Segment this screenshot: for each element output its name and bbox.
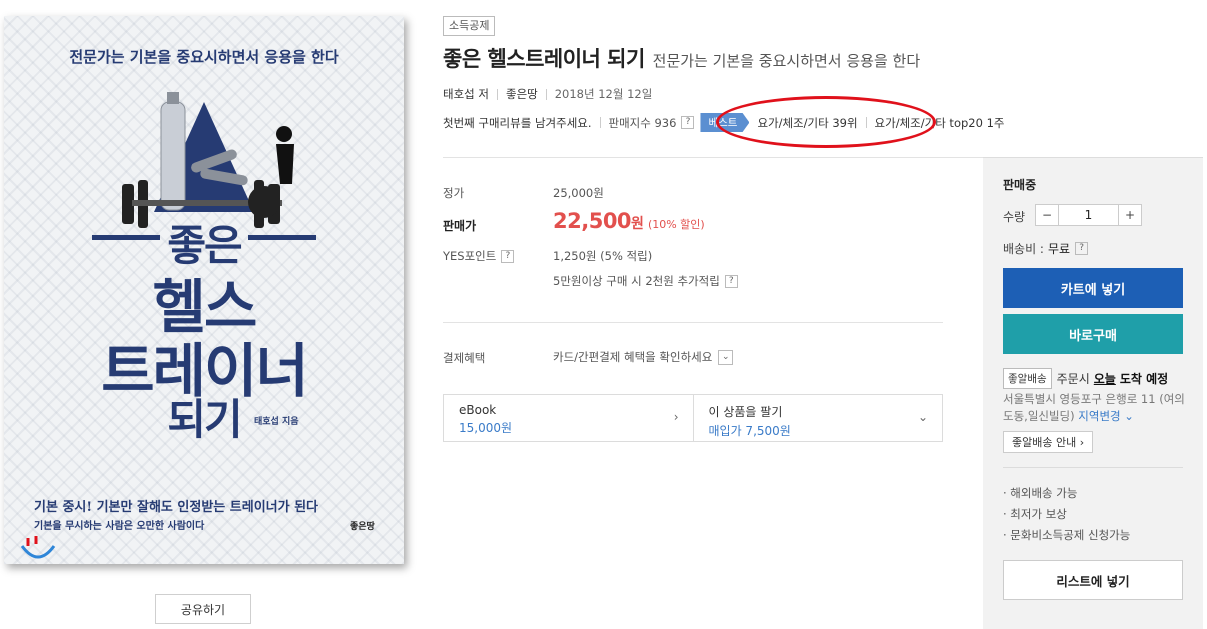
yes-point-label-text: YES포인트 (443, 249, 497, 263)
product-subtitle: 전문가는 기본을 중요시하면서 응용을 한다 (652, 52, 921, 70)
publish-date: 2018년 12월 12일 (554, 87, 653, 101)
cover-title-line-4: 되기 (167, 395, 242, 444)
publisher-link[interactable]: 좋은땅 (506, 86, 538, 102)
cover-tagline: 기본 중시! 기본만 잘해도 인정받는 트레이너가 된다 (34, 500, 319, 515)
chevron-right-icon: › (673, 410, 679, 424)
quantity-stepper: − 1 + (1035, 204, 1142, 226)
product-title: 좋은 헬스트레이너 되기 (443, 47, 645, 71)
chevron-down-icon[interactable]: ⌄ (718, 349, 734, 365)
sale-price: 22,500원 (10% 할인) (553, 209, 705, 233)
shipping-fee-label: 배송비 : (1003, 242, 1044, 256)
cover-subtitle: 전문가는 기본을 중요시하면서 응용을 한다 (69, 48, 339, 66)
purchase-panel: 판매중 수량 − 1 + 배송비 : 무료 ? 카트에 넣기 바로구매 좋알배송… (983, 157, 1203, 629)
add-to-cart-button[interactable]: 카트에 넣기 (1003, 268, 1183, 308)
delivery-badge: 좋알배송 (1003, 368, 1052, 389)
cover-author-credit: 태호섭 지음 (254, 417, 299, 427)
culture-deduction: · 문화비소득공제 신청가능 (1003, 528, 1131, 542)
payment-benefit-label: 결제혜택 (443, 351, 486, 365)
delivery-today: 오늘 (1093, 372, 1116, 386)
format-options: eBook 15,000원 › 이 상품을 팔기 매입가 7,500원 ⌄ (443, 394, 943, 442)
yes24-smile-icon (20, 536, 56, 559)
sell-item-label: 이 상품을 팔기 (708, 405, 783, 419)
ebook-label: eBook (459, 403, 497, 417)
shipping-fee-value: 무료 (1047, 242, 1071, 256)
help-icon[interactable]: ? (1075, 242, 1089, 255)
section-divider (443, 322, 943, 323)
quantity-label: 수량 (1003, 210, 1026, 224)
product-title-row: 좋은 헬스트레이너 되기 전문가는 기본을 중요시하면서 응용을 한다 (443, 43, 920, 73)
divider (545, 88, 547, 100)
payment-benefit-text: 카드/간편결제 혜택을 확인하세요 (553, 350, 713, 364)
book-cover[interactable]: 전문가는 기본을 중요시하면서 응용을 한다 좋은 헬스 트레이너 되기 태호섭… (4, 16, 404, 564)
sell-item-option[interactable]: 이 상품을 팔기 매입가 7,500원 ⌄ (692, 395, 943, 441)
sale-status: 판매중 (1003, 178, 1037, 192)
lowest-price-guarantee: · 최저가 보상 (1003, 507, 1067, 521)
sale-price-value: 22,500 (553, 209, 632, 233)
section-divider (443, 157, 983, 158)
quantity-minus-button[interactable]: − (1036, 205, 1058, 225)
yes-point-value: 1,250원 (5% 적립) (553, 249, 653, 263)
sale-price-unit: 원 (631, 216, 644, 232)
list-price-label: 정가 (443, 186, 465, 200)
author-link[interactable]: 태호섭 저 (443, 86, 489, 102)
shipping-fee: 배송비 : 무료 ? (1003, 240, 1089, 257)
income-deduction-badge: 소득공제 (443, 16, 496, 36)
quantity-plus-button[interactable]: + (1119, 205, 1141, 225)
review-prompt-link[interactable]: 첫번째 구매리뷰를 남겨주세요. (443, 115, 592, 131)
overseas-shipping: · 해외배송 가능 (1003, 486, 1078, 500)
sale-price-label: 판매가 (443, 219, 477, 233)
help-icon[interactable]: ? (501, 249, 515, 263)
publisher-logo: 좋은땅 (350, 522, 375, 532)
divider (496, 88, 498, 100)
cover-tagline-sub: 기본을 무시하는 사람은 오만한 사람이다 (34, 521, 205, 532)
chevron-down-icon: ⌄ (917, 410, 928, 424)
add-to-list-button[interactable]: 리스트에 넣기 (1003, 560, 1183, 600)
delivery-address: 서울특별시 영등포구 은행로 11 (여의도동,일신빌딩) 지역변경 ⌄ (1003, 391, 1193, 425)
ebook-option[interactable]: eBook 15,000원 › (444, 395, 693, 441)
panel-divider (1003, 467, 1183, 468)
buy-now-button[interactable]: 바로구매 (1003, 314, 1183, 354)
delivery-order-text: 주문시 (1056, 372, 1090, 386)
list-price-value: 25,000원 (553, 186, 604, 200)
discount-rate: (10% 할인) (647, 218, 705, 231)
delivery-estimate: 좋알배송 주문시 오늘 도착 예정 (1003, 368, 1168, 389)
product-meta: 태호섭 저 좋은땅 2018년 12월 12일 (443, 86, 652, 102)
payment-benefit[interactable]: 카드/간편결제 혜택을 확인하세요 ⌄ (553, 349, 734, 365)
divider (599, 117, 601, 128)
help-icon[interactable]: ? (681, 116, 695, 129)
buyback-price: 매입가 7,500원 (708, 424, 791, 438)
change-region-link[interactable]: 지역변경 ⌄ (1078, 409, 1134, 423)
share-button[interactable]: 공유하기 (155, 594, 251, 624)
delivery-guide-button[interactable]: 좋알배송 안내 › (1003, 431, 1094, 453)
quantity-input[interactable]: 1 (1058, 205, 1119, 225)
yes-point-extra: 5만원이상 구매 시 2천원 추가적립 ? (553, 273, 738, 289)
sales-index: 판매지수 936 (608, 115, 677, 130)
yes-point-label: YES포인트 ? (443, 248, 515, 264)
yes-point-extra-text: 5만원이상 구매 시 2천원 추가적립 (553, 274, 720, 288)
highlight-annotation-oval (716, 96, 936, 148)
delivery-arrive: 도착 예정 (1119, 372, 1169, 386)
ebook-price: 15,000원 (459, 421, 513, 435)
help-icon[interactable]: ? (724, 274, 738, 288)
